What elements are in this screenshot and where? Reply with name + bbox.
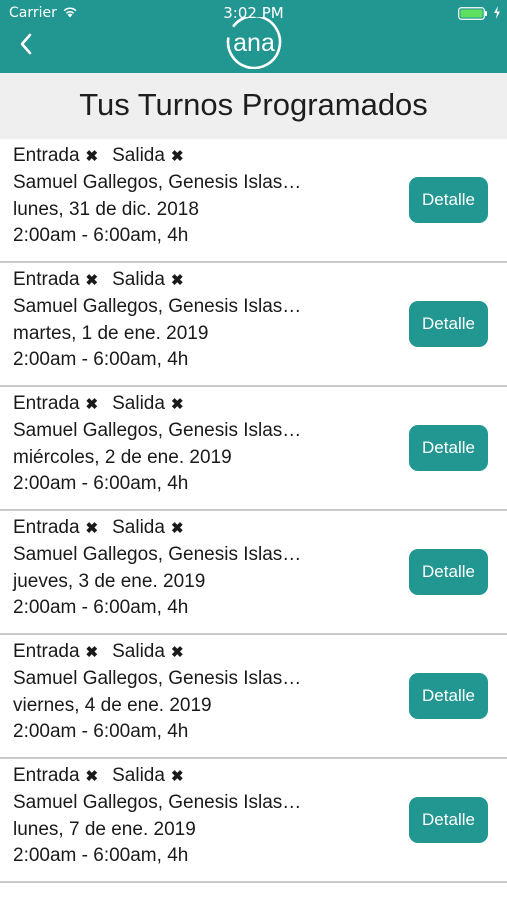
shift-date: miércoles, 2 de ene. 2019 [13,447,232,468]
entrada-missing-icon: ✖ [85,272,99,289]
detail-button[interactable]: Detalle [409,177,488,223]
salida-missing-icon: ✖ [170,768,184,785]
salida-missing-icon: ✖ [170,644,184,661]
shift-time-range: 2:00am - 6:00am, 4h [13,225,189,246]
title-bar: Tus Turnos Programados [0,73,507,139]
attendance-status: Entrada ✖ Salida ✖ [13,517,184,539]
detail-button[interactable]: Detalle [409,797,488,843]
charging-bolt-icon [494,6,500,19]
shift-row: Entrada ✖ Salida ✖ Samuel Gallegos, Genesis… [0,635,507,759]
shift-names: Samuel Gallegos, Genesis Islas… [13,544,302,565]
shift-list: Entrada ✖ Salida ✖ Samuel Gallegos, Genesis… [0,139,507,883]
shift-time-range: 2:00am - 6:00am, 4h [13,845,189,866]
shift-date: lunes, 31 de dic. 2018 [13,199,199,220]
shift-row: Entrada ✖ Salida ✖ Samuel Gallegos, Genesis… [0,263,507,387]
shift-time-range: 2:00am - 6:00am, 4h [13,473,189,494]
entrada-missing-icon: ✖ [85,644,99,661]
shift-names: Samuel Gallegos, Genesis Islas… [13,296,302,317]
detail-button[interactable]: Detalle [409,549,488,595]
shift-row: Entrada ✖ Salida ✖ Samuel Gallegos, Genesis… [0,387,507,511]
entrada-missing-icon: ✖ [85,396,99,413]
salida-missing-icon: ✖ [170,520,184,537]
back-button[interactable] [12,30,40,58]
chevron-left-icon [20,33,32,55]
logo-text: ana [233,29,275,57]
attendance-status: Entrada ✖ Salida ✖ [13,641,184,663]
attendance-status: Entrada ✖ Salida ✖ [13,269,184,291]
salida-label: Salida [112,145,165,166]
shift-date: viernes, 4 de ene. 2019 [13,695,212,716]
detail-button[interactable]: Detalle [409,425,488,471]
shift-time-range: 2:00am - 6:00am, 4h [13,721,189,742]
page-title: Tus Turnos Programados [79,87,428,122]
shift-time-range: 2:00am - 6:00am, 4h [13,349,189,370]
shift-names: Samuel Gallegos, Genesis Islas… [13,420,302,441]
entrada-label: Entrada [13,393,80,414]
salida-missing-icon: ✖ [170,396,184,413]
salida-label: Salida [112,393,165,414]
entrada-label: Entrada [13,145,80,166]
shift-row: Entrada ✖ Salida ✖ Samuel Gallegos, Genesis… [0,511,507,635]
detail-button[interactable]: Detalle [409,673,488,719]
shift-time-range: 2:00am - 6:00am, 4h [13,597,189,618]
salida-label: Salida [112,269,165,290]
entrada-label: Entrada [13,517,80,538]
detail-button[interactable]: Detalle [409,301,488,347]
shift-names: Samuel Gallegos, Genesis Islas… [13,668,302,689]
shift-row: Entrada ✖ Salida ✖ Samuel Gallegos, Genesis… [0,139,507,263]
entrada-label: Entrada [13,269,80,290]
salida-missing-icon: ✖ [170,148,184,165]
entrada-label: Entrada [13,641,80,662]
shift-date: martes, 1 de ene. 2019 [13,323,209,344]
entrada-label: Entrada [13,765,80,786]
attendance-status: Entrada ✖ Salida ✖ [13,765,184,787]
salida-label: Salida [112,641,165,662]
app-header: Carrier 3:02 PM ana [0,0,507,73]
shift-names: Samuel Gallegos, Genesis Islas… [13,172,302,193]
entrada-missing-icon: ✖ [85,768,99,785]
shift-row: Entrada ✖ Salida ✖ Samuel Gallegos, Genesis… [0,759,507,883]
salida-missing-icon: ✖ [170,272,184,289]
entrada-missing-icon: ✖ [85,148,99,165]
shift-date: lunes, 7 de ene. 2019 [13,819,196,840]
attendance-status: Entrada ✖ Salida ✖ [13,393,184,415]
attendance-status: Entrada ✖ Salida ✖ [13,145,184,167]
app-logo: ana [226,17,282,69]
salida-label: Salida [112,517,165,538]
battery-icon [458,7,487,20]
salida-label: Salida [112,765,165,786]
shift-names: Samuel Gallegos, Genesis Islas… [13,792,302,813]
shift-date: jueves, 3 de ene. 2019 [13,571,206,592]
entrada-missing-icon: ✖ [85,520,99,537]
